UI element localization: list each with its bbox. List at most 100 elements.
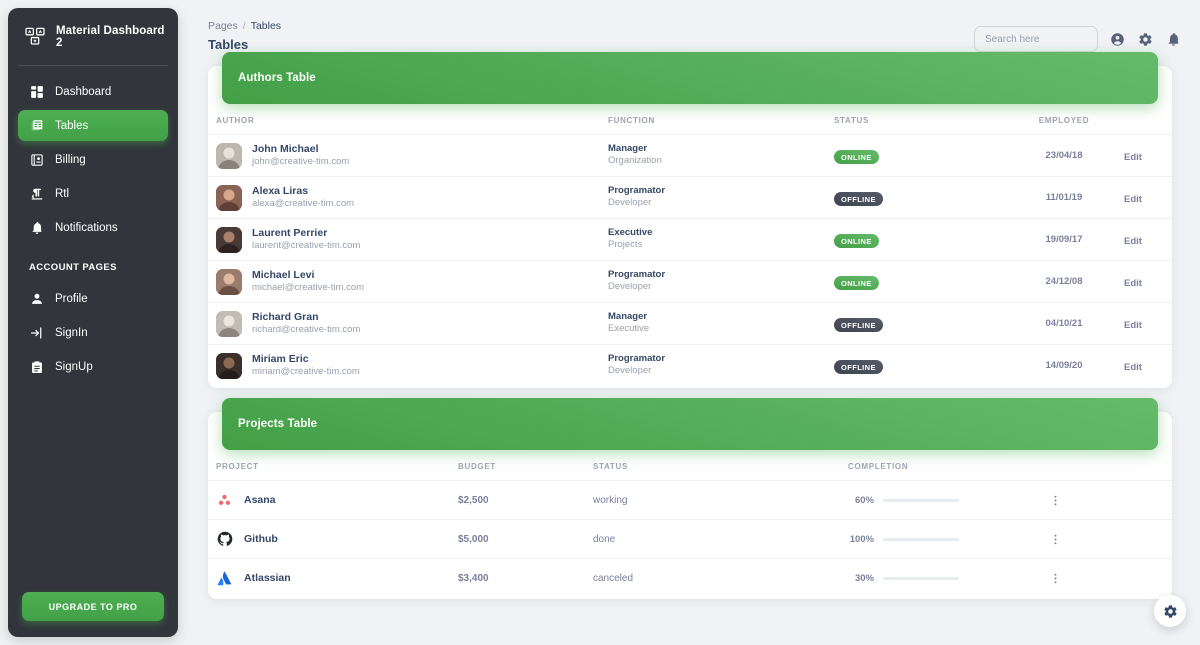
sidebar-item-profile[interactable]: Profile <box>18 283 168 314</box>
author-employed: 11/01/19 <box>1004 176 1124 219</box>
page-title: Tables <box>208 37 249 52</box>
sidebar-item-label: Rtl <box>55 187 70 200</box>
author-name: John Michael <box>252 142 319 155</box>
tables-icon <box>29 118 44 133</box>
author-employed: 23/04/18 <box>1004 134 1124 177</box>
sidebar-item-label: Billing <box>55 153 86 166</box>
project-budget: $2,500 <box>458 480 593 520</box>
author-employed: 14/09/20 <box>1045 360 1083 371</box>
project-status: working <box>593 480 848 520</box>
atlassian-icon <box>216 570 233 587</box>
progress-bar <box>883 576 959 580</box>
content: Authors Table AUTHOR FUNCTION STATUS EMP… <box>186 52 1200 599</box>
topbar-left: Pages / Tables Tables <box>208 20 281 52</box>
breadcrumb: Pages / Tables <box>208 20 281 32</box>
login-icon <box>29 325 44 340</box>
author-dept: Developer <box>608 197 652 209</box>
sidebar-item-billing[interactable]: Billing <box>18 144 168 175</box>
dashboard-icon <box>29 84 44 99</box>
projects-table-body: Asana $2,500 working 60% Github $5,000 d… <box>208 480 1172 598</box>
status-badge: OFFLINE <box>834 192 883 206</box>
table-row[interactable]: Richard Gran richard@creative-tim.com Ma… <box>208 302 1172 345</box>
sidebar-item-tables[interactable]: Tables <box>18 110 168 141</box>
table-row[interactable]: Github $5,000 done 100% <box>208 519 1172 559</box>
authors-table-body: John Michael john@creative-tim.com Manag… <box>208 134 1172 387</box>
author-dept: Projects <box>608 239 643 251</box>
sidebar-item-label: SignUp <box>55 360 93 373</box>
author-name: Alexa Liras <box>252 184 309 197</box>
table-row[interactable]: Miriam Eric miriam@creative-tim.com Prog… <box>208 345 1172 387</box>
edit-link[interactable]: Edit <box>1124 152 1142 163</box>
status-badge: OFFLINE <box>834 318 883 332</box>
sidebar-item-label: Dashboard <box>55 85 112 98</box>
sidebar-item-notifications[interactable]: Notifications <box>18 212 168 243</box>
sidebar-item-signup[interactable]: SignUp <box>18 351 168 382</box>
edit-link[interactable]: Edit <box>1124 320 1142 331</box>
gear-icon[interactable] <box>1138 31 1154 47</box>
project-name: Github <box>244 533 278 545</box>
settings-fab-button[interactable] <box>1154 595 1186 627</box>
app-root: Material Dashboard 2 Dashboard Tables Bi… <box>0 0 1200 645</box>
sidebar-item-signin[interactable]: SignIn <box>18 317 168 348</box>
table-row[interactable]: Atlassian $3,400 canceled 30% <box>208 559 1172 598</box>
authors-card-title: Authors Table <box>238 72 316 84</box>
column-header-completion: COMPLETION <box>848 454 1048 481</box>
author-email: richard@creative-tim.com <box>252 323 361 335</box>
more-options-icon[interactable] <box>1048 493 1062 507</box>
projects-header-row: PROJECT BUDGET STATUS COMPLETION <box>208 454 1172 481</box>
completion-meter: 30% <box>848 573 1048 584</box>
sidebar-item-rtl[interactable]: Rtl <box>18 178 168 209</box>
column-header-author: AUTHOR <box>208 108 608 135</box>
table-row[interactable]: Michael Levi michael@creative-tim.com Pr… <box>208 260 1172 303</box>
asana-icon <box>216 492 233 509</box>
projects-table-head: PROJECT BUDGET STATUS COMPLETION <box>208 454 1172 481</box>
avatar <box>216 268 242 295</box>
upgrade-to-pro-button[interactable]: UPGRADE TO PRO <box>22 592 164 621</box>
edit-link[interactable]: Edit <box>1124 278 1142 289</box>
sidebar-nav: Dashboard Tables Billing Rtl Notificatio… <box>8 76 178 382</box>
column-header-actions <box>1048 454 1172 481</box>
breadcrumb-pages[interactable]: Pages <box>208 20 238 32</box>
edit-link[interactable]: Edit <box>1124 194 1142 205</box>
completion-meter: 60% <box>848 495 1048 506</box>
sidebar: Material Dashboard 2 Dashboard Tables Bi… <box>8 8 178 637</box>
authors-table-card: Authors Table AUTHOR FUNCTION STATUS EMP… <box>208 52 1172 388</box>
author-employed: 19/09/17 <box>1004 218 1124 261</box>
table-row[interactable]: John Michael john@creative-tim.com Manag… <box>208 134 1172 177</box>
project-budget: $5,000 <box>458 519 593 559</box>
more-options-icon[interactable] <box>1048 571 1062 585</box>
status-badge: ONLINE <box>834 150 879 164</box>
edit-link[interactable]: Edit <box>1124 362 1142 373</box>
progress-bar <box>883 537 959 541</box>
author-role: Manager <box>608 142 648 154</box>
table-row[interactable]: Asana $2,500 working 60% <box>208 480 1172 520</box>
column-header-function: FUNCTION <box>608 108 834 135</box>
table-row[interactable]: Laurent Perrier laurent@creative-tim.com… <box>208 218 1172 261</box>
search-input[interactable] <box>974 26 1098 52</box>
brand[interactable]: Material Dashboard 2 <box>8 8 178 65</box>
sidebar-item-label: SignIn <box>55 326 88 339</box>
author-employed: 24/12/08 <box>1004 260 1124 303</box>
brand-name: Material Dashboard 2 <box>56 25 165 49</box>
sidebar-item-label: Notifications <box>55 221 118 234</box>
account-circle-icon[interactable] <box>1110 31 1126 47</box>
table-row[interactable]: Alexa Liras alexa@creative-tim.com Progr… <box>208 176 1172 219</box>
project-name: Asana <box>244 494 276 506</box>
sidebar-footer: UPGRADE TO PRO <box>8 592 178 637</box>
author-role: Manager <box>608 310 648 322</box>
author-dept: Organization <box>608 155 662 167</box>
edit-link[interactable]: Edit <box>1124 236 1142 247</box>
billing-icon <box>29 152 44 167</box>
project-budget: $3,400 <box>458 572 489 584</box>
projects-card-title: Projects Table <box>238 418 318 430</box>
bell-icon[interactable] <box>1166 31 1182 47</box>
sidebar-item-label: Tables <box>55 119 89 132</box>
github-icon <box>216 531 233 548</box>
more-options-icon[interactable] <box>1048 532 1062 546</box>
column-header-employed: EMPLOYED <box>1004 108 1124 135</box>
status-badge: ONLINE <box>834 276 879 290</box>
authors-table-head: AUTHOR FUNCTION STATUS EMPLOYED <box>208 108 1172 135</box>
completion-value: 30% <box>854 572 874 584</box>
author-dept: Executive <box>608 323 650 335</box>
sidebar-item-dashboard[interactable]: Dashboard <box>18 76 168 107</box>
